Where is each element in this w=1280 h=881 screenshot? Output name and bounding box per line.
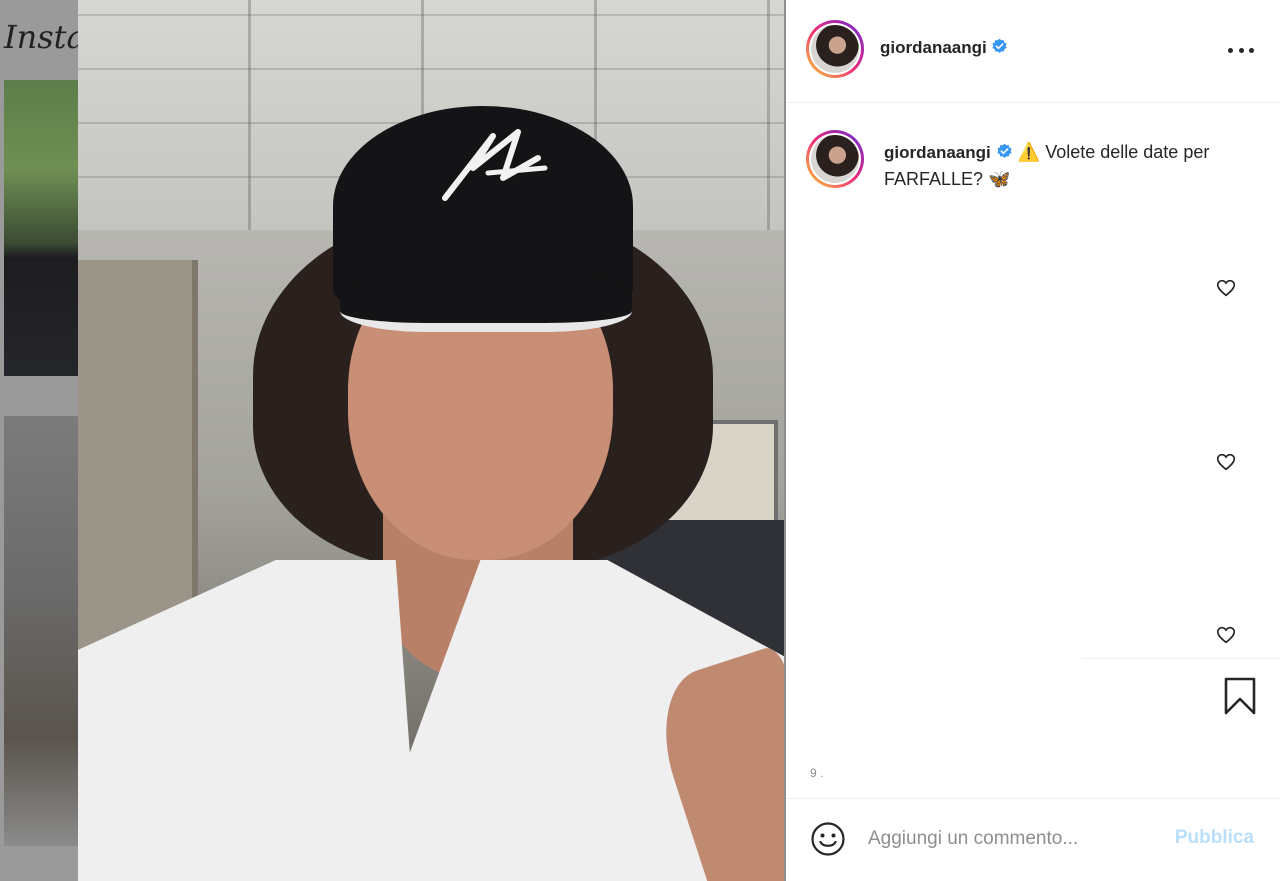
bookmark-icon[interactable] — [1223, 676, 1257, 716]
warning-emoji: ⚠️ — [1017, 142, 1041, 162]
heart-outline-icon[interactable] — [1215, 451, 1237, 473]
divider — [1082, 658, 1280, 659]
instagram-post-modal: Insta giordanaangi giordanaangi ⚠️ Volet… — [0, 0, 1280, 881]
heart-outline-icon[interactable] — [1215, 277, 1237, 299]
avatar-ring — [809, 23, 861, 75]
post-header: giordanaangi — [786, 0, 1280, 103]
verified-badge-icon — [992, 38, 1007, 53]
avatar-image — [811, 135, 859, 183]
post-video[interactable] — [78, 0, 784, 881]
header-user: giordanaangi — [880, 38, 1008, 58]
post-side-panel: giordanaangi giordanaangi ⚠️ Volete dell… — [786, 0, 1280, 881]
caption-username-link[interactable]: giordanaangi — [884, 143, 991, 162]
likes-count: 9 . — [810, 766, 824, 780]
cap-logo-icon — [442, 129, 548, 201]
more-dot — [1238, 47, 1244, 53]
comment-input[interactable] — [868, 823, 1158, 855]
heart-outline-icon[interactable] — [1215, 624, 1237, 646]
butterfly-emoji: 🦋 — [988, 169, 1011, 189]
more-options-button[interactable] — [1228, 38, 1254, 62]
background-thumbnail — [4, 80, 80, 376]
smiley-icon[interactable] — [810, 821, 846, 857]
instagram-logo: Insta — [4, 18, 86, 56]
cap-brim — [340, 262, 632, 332]
background-thumbnail — [4, 416, 80, 846]
avatar[interactable] — [806, 20, 864, 78]
avatar-image — [811, 25, 859, 73]
avatar-ring — [809, 133, 861, 185]
caption-avatar[interactable] — [806, 130, 864, 188]
more-dot — [1249, 47, 1254, 53]
more-dot — [1228, 47, 1233, 53]
post-caption: giordanaangi ⚠️ Volete delle date per FA… — [884, 139, 1244, 193]
background-page: Insta — [0, 0, 86, 881]
comment-bar: Pubblica — [786, 798, 1280, 881]
publish-button[interactable]: Pubblica — [1175, 827, 1254, 849]
username-link[interactable]: giordanaangi — [880, 38, 987, 57]
verified-badge-icon — [997, 143, 1012, 158]
